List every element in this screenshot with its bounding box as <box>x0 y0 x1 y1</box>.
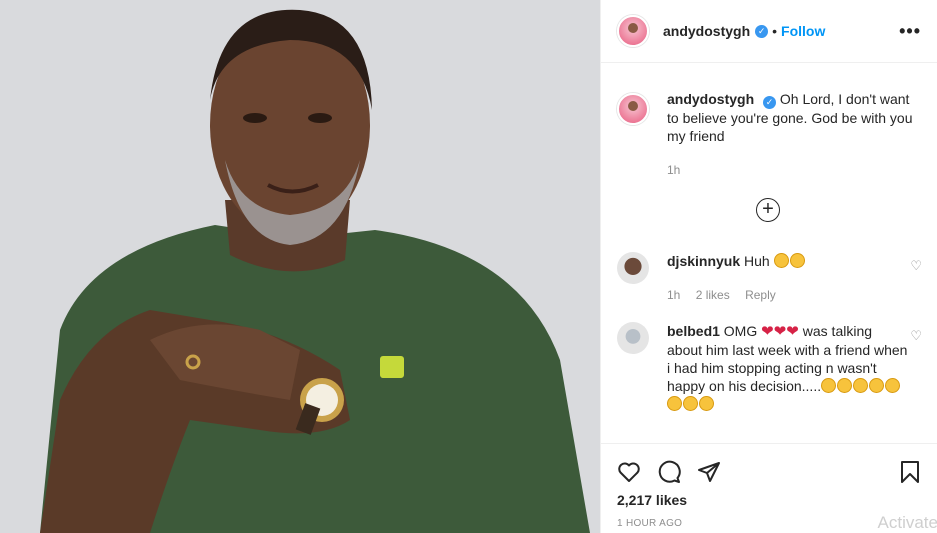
verified-badge-icon: ✓ <box>763 96 777 109</box>
comment-likes[interactable]: 2 likes <box>696 288 730 302</box>
action-icons <box>601 444 937 488</box>
reply-button[interactable]: Reply <box>745 288 776 302</box>
confused-face-emoji <box>869 378 885 393</box>
comment-time[interactable]: 1h <box>667 288 680 302</box>
thinking-face-emoji <box>853 378 869 393</box>
comment-text: Huh <box>744 253 770 269</box>
comment-meta: 1h 2 likes Reply <box>667 286 806 304</box>
comment-body: djskinnyuk Huh 1h 2 likes Reply <box>667 252 806 304</box>
comments-section: andydostygh ✓ Oh Lord, I don't want to b… <box>601 63 937 443</box>
post-sidebar: andydostygh ✓ • Follow ••• andydostygh ✓… <box>600 0 937 533</box>
confused-face-emoji <box>885 378 901 393</box>
comment-item: djskinnyuk Huh 1h 2 likes Reply ♡ <box>601 252 937 304</box>
caption-time[interactable]: 1h <box>667 163 680 177</box>
share-plane-icon[interactable] <box>697 460 721 484</box>
commenter-username[interactable]: belbed1 <box>667 323 720 339</box>
comment-like-heart-icon[interactable]: ♡ <box>910 258 922 304</box>
post-photo[interactable] <box>0 0 600 533</box>
flushed-face-emoji <box>773 253 789 268</box>
verified-badge-icon: ✓ <box>755 24 769 38</box>
caption-body: andydostygh ✓ Oh Lord, I don't want to b… <box>667 90 921 179</box>
confused-face-emoji <box>699 396 714 411</box>
red-heart-emoji: ❤ <box>786 323 799 340</box>
likes-count[interactable]: 2,217 likes <box>601 488 937 508</box>
caption-avatar[interactable] <box>617 93 649 125</box>
load-more-comments-icon[interactable]: + <box>756 198 780 222</box>
like-heart-icon[interactable] <box>617 460 641 484</box>
post-header: andydostygh ✓ • Follow ••• <box>601 0 937 63</box>
author-avatar[interactable] <box>617 15 649 47</box>
red-heart-emoji: ❤ <box>773 323 787 340</box>
post-actions: 2,217 likes 1 HOUR AGO Activate <box>601 443 937 533</box>
red-heart-emoji: ❤ <box>761 323 774 340</box>
instagram-post: andydostygh ✓ • Follow ••• andydostygh ✓… <box>0 0 937 533</box>
separator-dot: • <box>772 23 778 39</box>
confused-face-emoji <box>667 396 682 411</box>
activate-watermark: Activate <box>877 513 937 532</box>
comment-like-heart-icon[interactable]: ♡ <box>910 328 922 413</box>
commenter-username[interactable]: djskinnyuk <box>667 253 740 269</box>
caption-meta: 1h <box>667 161 921 179</box>
comment-body: belbed1 OMG ❤❤❤ was talking about him la… <box>667 322 910 413</box>
comment-bubble-icon[interactable] <box>657 460 681 484</box>
save-bookmark-icon[interactable] <box>898 460 922 484</box>
man-portrait-image <box>0 0 600 533</box>
post-caption: andydostygh ✓ Oh Lord, I don't want to b… <box>601 63 937 179</box>
thinking-face-emoji <box>821 378 837 393</box>
comment-text-start: OMG <box>723 323 758 339</box>
confused-face-emoji <box>683 396 698 411</box>
caption-username[interactable]: andydostygh <box>667 91 754 107</box>
comment-item: belbed1 OMG ❤❤❤ was talking about him la… <box>601 322 937 413</box>
author-username[interactable]: andydostygh <box>663 23 750 39</box>
thinking-face-emoji <box>837 378 853 393</box>
more-options-icon[interactable]: ••• <box>899 21 921 42</box>
follow-button[interactable]: Follow <box>781 23 825 39</box>
commenter-avatar[interactable] <box>617 252 649 284</box>
flushed-face-emoji <box>789 253 805 268</box>
commenter-avatar[interactable] <box>617 322 649 354</box>
